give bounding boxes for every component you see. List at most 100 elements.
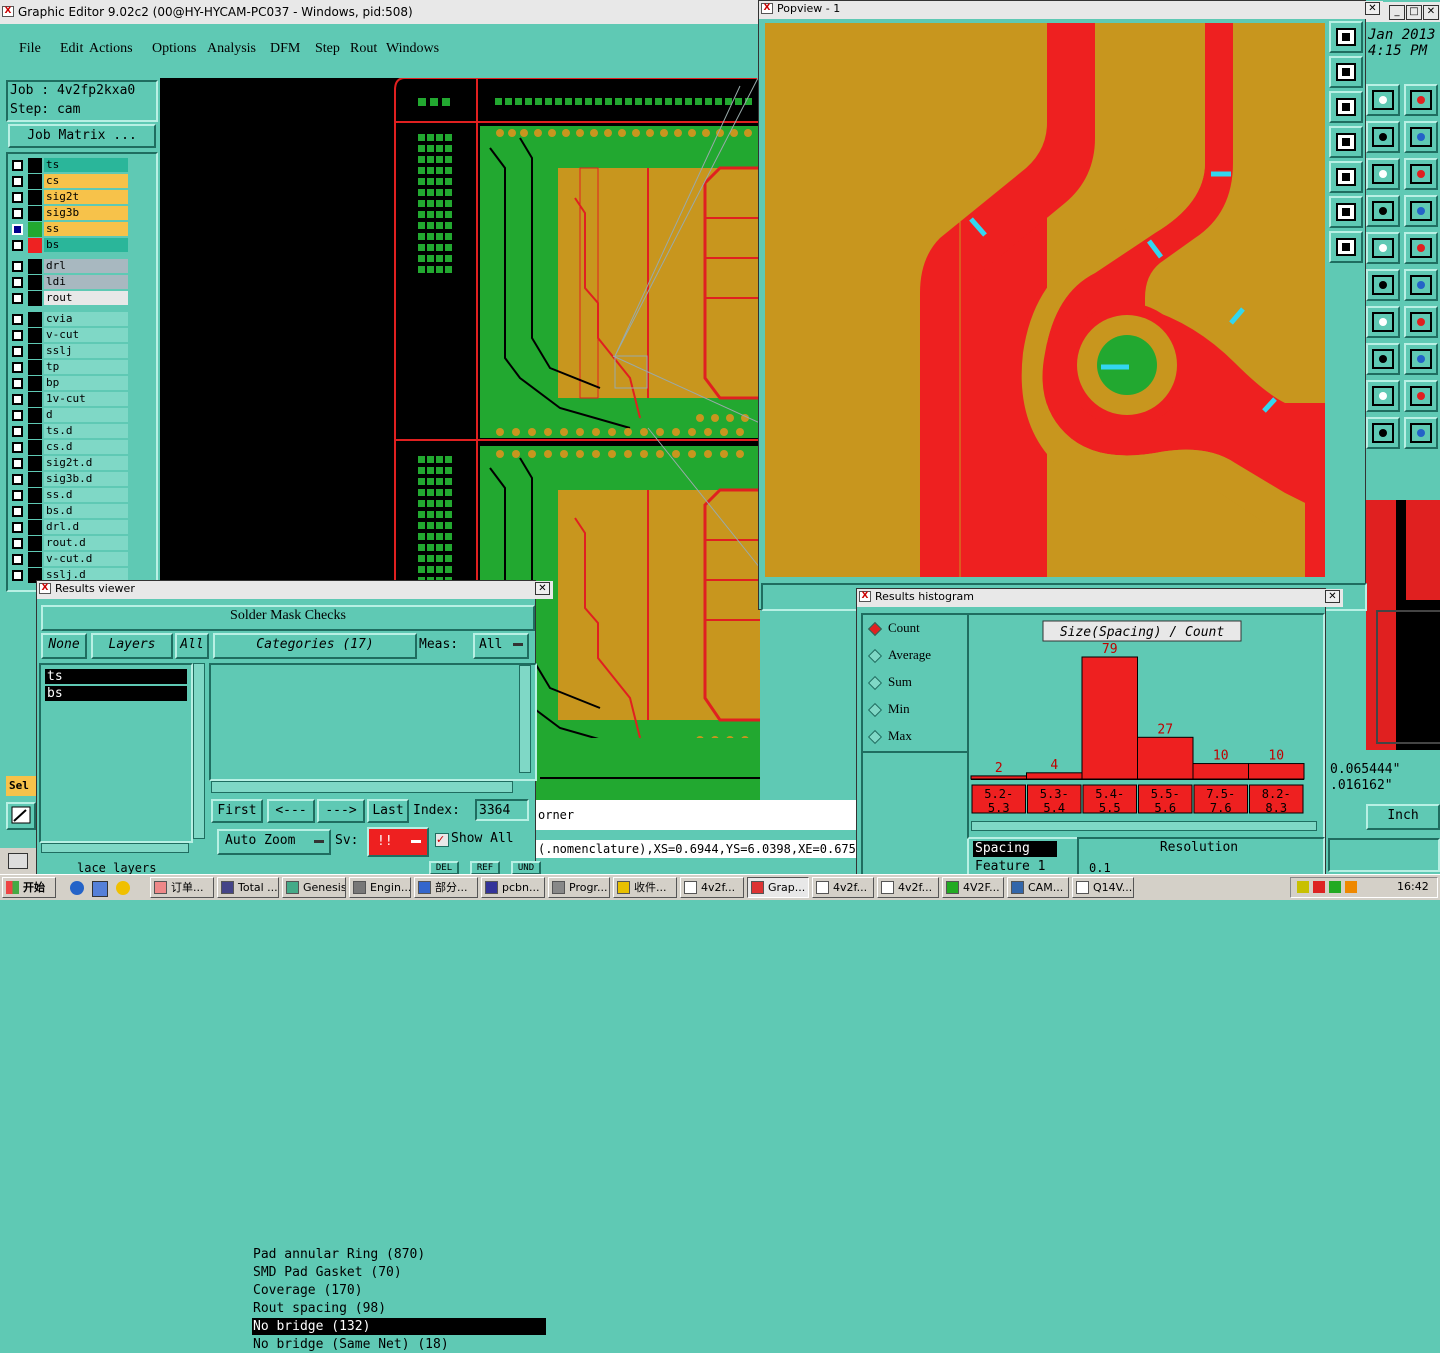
layer-row-bp[interactable]: bp xyxy=(10,376,128,391)
menu-rout[interactable]: Rout xyxy=(350,41,377,57)
measure-tool-button[interactable] xyxy=(1366,343,1400,375)
category-item[interactable]: No bridge (Same Net) (18) xyxy=(252,1336,548,1353)
layer-checkbox[interactable] xyxy=(12,346,23,357)
layer-row-ldi[interactable]: ldi xyxy=(10,275,128,290)
del-button[interactable]: DEL xyxy=(429,861,459,875)
index-input[interactable] xyxy=(475,799,529,821)
popview-canvas[interactable] xyxy=(765,23,1325,577)
layer-checkbox[interactable] xyxy=(12,330,23,341)
layer-row-cs[interactable]: cs xyxy=(10,174,128,189)
layer-row-ts.d[interactable]: ts.d xyxy=(10,424,128,439)
snap2-tool-button[interactable] xyxy=(1404,269,1438,301)
histogram-close-icon[interactable]: ✕ xyxy=(1325,590,1340,603)
triangle-tool-button[interactable] xyxy=(1366,380,1400,412)
layer-row-sig3b[interactable]: sig3b xyxy=(10,206,128,221)
layer-row-sslj[interactable]: sslj xyxy=(10,344,128,359)
layer-row-ss[interactable]: ss xyxy=(10,222,128,237)
layer-checkbox[interactable] xyxy=(12,570,23,581)
close-icon[interactable]: ✕ xyxy=(1423,5,1439,20)
histogram-bar[interactable] xyxy=(1081,656,1138,780)
dock-view-button[interactable] xyxy=(1329,21,1363,53)
category-item[interactable]: Pad annular Ring (870) xyxy=(252,1246,548,1263)
taskbar-item[interactable]: 收件... xyxy=(613,877,677,898)
menu-options[interactable]: Options xyxy=(152,41,196,57)
taskbar-item[interactable]: 订单... xyxy=(150,877,214,898)
down-view-button[interactable] xyxy=(1329,91,1363,123)
layer-checkbox[interactable] xyxy=(12,442,23,453)
category-item[interactable]: SMD Pad Gasket (70) xyxy=(252,1264,548,1281)
menu-actions[interactable]: Actions xyxy=(89,41,133,57)
menu-step[interactable]: Step xyxy=(315,41,340,57)
tray-icon[interactable] xyxy=(1313,881,1325,893)
layer-row-ts[interactable]: ts xyxy=(10,158,128,173)
all-button[interactable]: All xyxy=(175,633,209,659)
layer-row-drl[interactable]: drl xyxy=(10,259,128,274)
layer-row-cvia[interactable]: cvia xyxy=(10,312,128,327)
tray-icon[interactable] xyxy=(1297,881,1309,893)
layer-checkbox[interactable] xyxy=(12,314,23,325)
taskbar-item[interactable]: 部分... xyxy=(414,877,478,898)
layers-button[interactable]: Layers xyxy=(91,633,173,659)
triangle2-tool-button[interactable] xyxy=(1404,380,1438,412)
result-layer-item[interactable]: ts xyxy=(45,669,187,684)
next-button[interactable]: ---> xyxy=(317,799,365,823)
histogram-bar[interactable] xyxy=(1026,772,1083,780)
edit-tool-button[interactable] xyxy=(6,802,36,830)
meas-select[interactable]: All xyxy=(473,633,529,659)
taskbar-item[interactable]: pcbn... xyxy=(481,877,545,898)
layer-tool-button[interactable] xyxy=(1366,195,1400,227)
layer-checkbox[interactable] xyxy=(12,224,23,235)
layer-row-cs.d[interactable]: cs.d xyxy=(10,440,128,455)
mode-radio-sum[interactable]: Sum xyxy=(867,674,912,691)
layer-checkbox[interactable] xyxy=(12,192,23,203)
layer-row-sig2t.d[interactable]: sig2t.d xyxy=(10,456,128,471)
layer-checkbox[interactable] xyxy=(12,410,23,421)
ie-icon[interactable] xyxy=(70,881,84,895)
last-button[interactable]: Last xyxy=(367,799,409,823)
none-button[interactable]: None xyxy=(41,633,87,659)
results-viewer-titlebar[interactable]: X Results viewer ✕ xyxy=(37,581,553,599)
main-window-titlebar[interactable]: X Graphic Editor 9.02c2 (00@HY-HYCAM-PC0… xyxy=(0,0,760,24)
tray-icon[interactable] xyxy=(1329,881,1341,893)
layer-checkbox[interactable] xyxy=(12,277,23,288)
popview-window[interactable]: X Popview - 1 ✕ xyxy=(758,0,1383,611)
results-viewer-close-icon[interactable]: ✕ xyxy=(535,582,550,595)
results-histogram-window[interactable]: X Results histogram ✕ Spacing Feature 1 … xyxy=(856,588,1343,881)
layer-row-d[interactable]: d xyxy=(10,408,128,423)
maximize-icon[interactable]: □ xyxy=(1406,5,1422,20)
layer-checkbox[interactable] xyxy=(12,208,23,219)
layer-checkbox[interactable] xyxy=(12,490,23,501)
popview-titlebar[interactable]: X Popview - 1 ✕ xyxy=(759,1,1383,19)
minimize-icon[interactable]: _ xyxy=(1389,5,1405,20)
layer-checkbox[interactable] xyxy=(12,554,23,565)
taskbar-item[interactable]: 4V2F... xyxy=(942,877,1004,898)
pointer2-tool-button[interactable] xyxy=(1404,417,1438,449)
redo-tool-button[interactable] xyxy=(1404,121,1438,153)
results-viewer-window[interactable]: X Results viewer ✕ Solder Mask Checks No… xyxy=(36,580,553,1352)
category-list[interactable] xyxy=(209,663,537,781)
mode-radio-count[interactable]: Count xyxy=(867,620,920,637)
mirror-tool-button[interactable] xyxy=(1404,306,1438,338)
prev-button[interactable]: <--- xyxy=(267,799,315,823)
job-matrix-button[interactable]: Job Matrix ... xyxy=(8,124,156,148)
layer-checkbox[interactable] xyxy=(12,506,23,517)
category-vscroll[interactable] xyxy=(519,665,531,773)
layer-row-bs[interactable]: bs xyxy=(10,238,128,253)
menu-edit[interactable]: Edit xyxy=(60,41,83,57)
coord-bottom-field[interactable] xyxy=(1328,838,1440,872)
taskbar-item[interactable]: Q14V... xyxy=(1072,877,1134,898)
fit-view-button[interactable] xyxy=(1329,196,1363,228)
desktop-icon[interactable] xyxy=(92,881,108,897)
start-button[interactable]: 开始 xyxy=(2,877,56,898)
layer2-tool-button[interactable] xyxy=(1404,195,1438,227)
menu-windows[interactable]: Windows xyxy=(386,41,439,57)
layer-checkbox[interactable] xyxy=(12,522,23,533)
show-all-checkbox[interactable]: ✓ Show All xyxy=(435,831,531,851)
layer-row-rout.d[interactable]: rout.d xyxy=(10,536,128,551)
layer-row-sig3b.d[interactable]: sig3b.d xyxy=(10,472,128,487)
window-tool-button[interactable] xyxy=(1404,84,1438,116)
layer-row-drl.d[interactable]: drl.d xyxy=(10,520,128,535)
undo-tool-button[interactable] xyxy=(1366,121,1400,153)
mode-radio-min[interactable]: Min xyxy=(867,701,910,718)
layer-row-ss.d[interactable]: ss.d xyxy=(10,488,128,503)
